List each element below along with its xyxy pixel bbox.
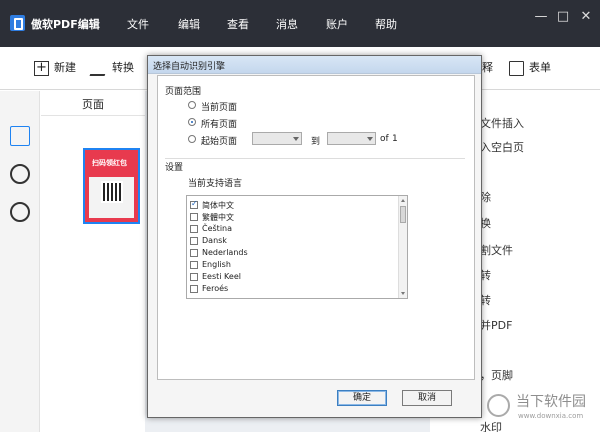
total-pages: 1 — [392, 134, 398, 144]
site-watermark: 当下软件园 www.downxia.com — [487, 386, 600, 432]
panel-divider — [41, 115, 145, 116]
checkbox-icon[interactable] — [190, 249, 198, 257]
cancel-button[interactable]: 取消 — [402, 390, 452, 406]
page-thumbnail-panel: 页面 扫码领红包 — [41, 91, 145, 432]
scroll-up-icon[interactable] — [401, 199, 405, 202]
checkbox-icon[interactable] — [190, 237, 198, 245]
language-scrollbar[interactable] — [398, 196, 407, 298]
bookmark-icon[interactable] — [10, 164, 30, 184]
checkbox-icon[interactable] — [190, 273, 198, 281]
convert-icon — [89, 60, 110, 76]
checkbox-icon[interactable] — [190, 199, 198, 209]
all-pages-radio[interactable] — [188, 118, 196, 126]
release-button[interactable]: 释 — [482, 59, 493, 79]
language-czech[interactable]: Čeština — [188, 223, 398, 235]
search-icon[interactable] — [10, 202, 30, 222]
left-rail — [0, 91, 40, 432]
scroll-thumb[interactable] — [400, 206, 406, 223]
minimize-button[interactable]: — — [532, 9, 550, 25]
scroll-down-icon[interactable] — [401, 292, 405, 295]
checkbox-icon[interactable] — [190, 285, 198, 293]
current-page-label: 当前页面 — [201, 103, 238, 113]
right-item-insert-file[interactable]: 文件插入 — [480, 115, 524, 131]
language-faroese[interactable]: Feroés — [188, 283, 398, 295]
language-simplified-chinese[interactable]: 简体中文 — [188, 199, 398, 211]
release-label: 释 — [482, 61, 493, 74]
checkbox-icon[interactable] — [190, 213, 198, 221]
chevron-down-icon — [293, 137, 299, 141]
of-label: of — [380, 134, 389, 144]
thumbnail-text: 扫码领红包 — [92, 159, 127, 167]
ok-button[interactable]: 确定 — [337, 390, 387, 406]
menu-edit[interactable]: 编辑 — [178, 16, 200, 32]
language-english[interactable]: English — [188, 259, 398, 271]
chevron-down-icon — [367, 137, 373, 141]
form-label: 表单 — [529, 61, 551, 74]
app-title: 傲软PDF编辑 — [31, 18, 100, 31]
right-item-split-file[interactable]: 割文件 — [480, 242, 513, 258]
maximize-button[interactable]: □ — [554, 9, 572, 25]
plus-icon: + — [34, 60, 49, 76]
to-label: 到 — [311, 137, 321, 147]
ocr-engine-dialog: 选择自动识别引擎 页面范围 当前页面 所有页面 起始页面 到 of 1 设置 当… — [147, 55, 482, 418]
thumbnail-banner: 扫码领红包 — [89, 154, 134, 177]
current-page-radio[interactable] — [188, 101, 196, 109]
convert-button[interactable]: 转换 — [89, 59, 134, 79]
thumbnail-page: 扫码领红包 — [89, 154, 134, 218]
all-pages-label: 所有页面 — [201, 120, 238, 130]
language-list[interactable]: 简体中文 繁體中文 Čeština Dansk Nederlands Engli… — [186, 195, 408, 299]
dialog-body: 页面范围 当前页面 所有页面 起始页面 到 of 1 设置 当前支持语言 简体中… — [157, 75, 475, 380]
checkbox-icon[interactable] — [190, 225, 198, 233]
convert-label: 转换 — [112, 61, 134, 74]
pdf-editor-window: 傲软PDF编辑 文件 编辑 查看 消息 账户 帮助 — □ ✕ + 新建 转换 释… — [0, 0, 600, 432]
new-button[interactable]: + 新建 — [34, 59, 76, 79]
section-divider — [165, 158, 465, 159]
watermark-name: 当下软件园 — [516, 394, 586, 410]
pdf-logo-icon — [10, 15, 25, 31]
panel-title: 页面 — [82, 98, 104, 111]
title-bar: 傲软PDF编辑 文件 编辑 查看 消息 账户 帮助 — □ ✕ — [0, 0, 600, 47]
start-page-label: 起始页面 — [201, 137, 238, 147]
start-page-radio[interactable] — [188, 135, 196, 143]
right-item-merge-pdf[interactable]: 并PDF — [480, 317, 512, 333]
dialog-title: 选择自动识别引擎 — [153, 62, 226, 72]
language-estonian[interactable]: Eesti Keel — [188, 271, 398, 283]
settings-label: 设置 — [165, 163, 184, 173]
form-icon — [509, 60, 524, 76]
menu-view[interactable]: 查看 — [227, 16, 249, 32]
language-traditional-chinese[interactable]: 繁體中文 — [188, 211, 398, 223]
watermark-logo-icon — [487, 394, 510, 417]
page-thumbnail[interactable]: 扫码领红包 — [83, 148, 140, 224]
close-button[interactable]: ✕ — [577, 9, 595, 25]
menu-messages[interactable]: 消息 — [276, 16, 298, 32]
pages-icon[interactable] — [10, 126, 30, 146]
dialog-title-bar: 选择自动识别引擎 — [148, 56, 481, 74]
menu-help[interactable]: 帮助 — [375, 16, 397, 32]
right-item-insert-blank-page[interactable]: 入空白页 — [480, 139, 524, 155]
form-button[interactable]: 表单 — [509, 59, 551, 79]
menu-file[interactable]: 文件 — [127, 16, 149, 32]
menu-account[interactable]: 账户 — [326, 16, 348, 32]
new-label: 新建 — [54, 61, 76, 74]
checkbox-icon[interactable] — [190, 261, 198, 269]
qr-code-icon — [101, 181, 123, 203]
page-range-label: 页面范围 — [165, 87, 202, 97]
start-page-select[interactable] — [252, 132, 302, 145]
watermark-url: www.downxia.com — [518, 412, 584, 420]
current-languages-label: 当前支持语言 — [188, 179, 243, 189]
language-dutch[interactable]: Nederlands — [188, 247, 398, 259]
language-danish[interactable]: Dansk — [188, 235, 398, 247]
right-item-header-footer[interactable]: ，页脚 — [480, 367, 513, 383]
end-page-select[interactable] — [327, 132, 376, 145]
